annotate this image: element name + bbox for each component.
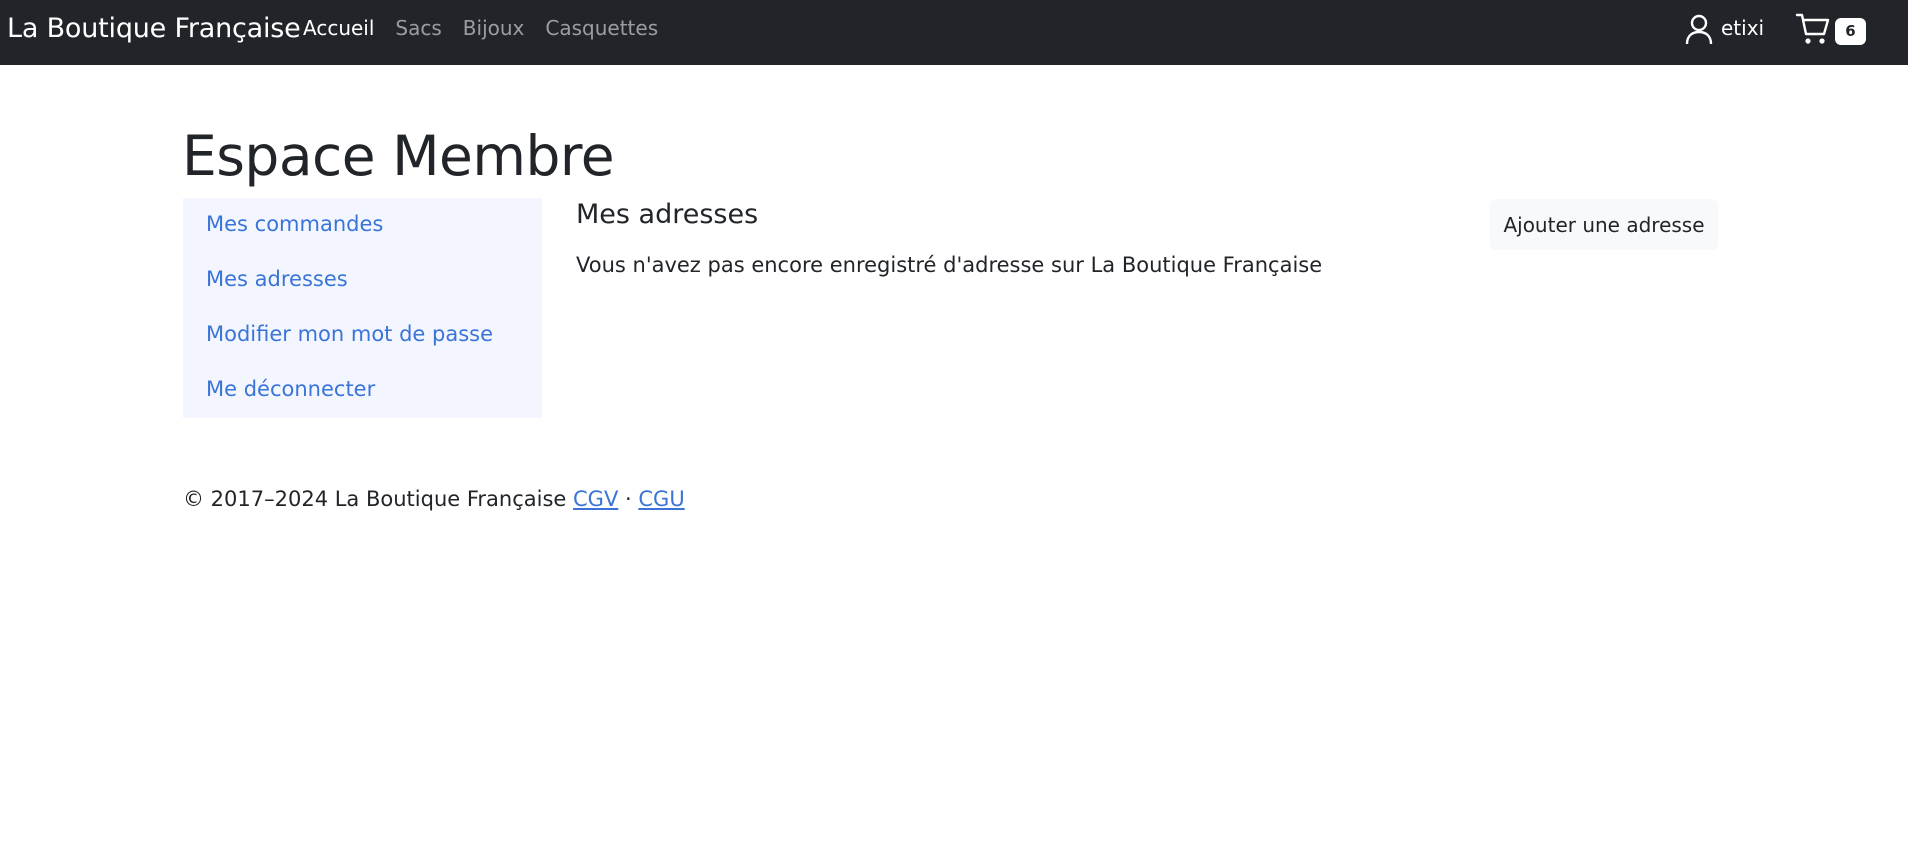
brand-link[interactable]: La Boutique Française <box>7 13 301 44</box>
section-title: Mes adresses <box>576 199 759 230</box>
sidebar-item-password[interactable]: Modifier mon mot de passe <box>183 319 542 374</box>
sidebar-item-logout[interactable]: Me déconnecter <box>183 374 542 429</box>
user-name: etixi <box>1721 15 1765 40</box>
sidebar-item-adresses[interactable]: Mes adresses <box>183 264 542 319</box>
footer-copyright: © 2017–2024 La Boutique Française <box>183 487 567 511</box>
cgv-link[interactable]: CGV <box>573 487 618 511</box>
nav-links: Accueil Sacs Bijoux Casquettes <box>303 16 679 40</box>
nav-link-casquettes[interactable]: Casquettes <box>545 16 658 40</box>
member-sidebar: Mes commandes Mes adresses Modifier mon … <box>183 198 542 418</box>
footer: © 2017–2024 La Boutique Française CGV · … <box>183 487 685 511</box>
cart-count-badge: 6 <box>1835 17 1866 45</box>
nav-link-sacs[interactable]: Sacs <box>395 16 441 40</box>
cart-icon <box>1795 12 1831 50</box>
sidebar-item-commandes[interactable]: Mes commandes <box>183 209 542 264</box>
user-account-link[interactable]: etixi <box>1685 13 1764 45</box>
user-icon <box>1685 13 1713 45</box>
page-title: Espace Membre <box>182 124 615 188</box>
top-navbar: La Boutique Française Accueil Sacs Bijou… <box>0 0 1908 65</box>
nav-link-accueil[interactable]: Accueil <box>303 16 374 40</box>
empty-state-message: Vous n'avez pas encore enregistré d'adre… <box>576 253 1323 277</box>
nav-link-bijoux[interactable]: Bijoux <box>463 16 525 40</box>
cgu-link[interactable]: CGU <box>638 487 684 511</box>
add-address-button[interactable]: Ajouter une adresse <box>1490 199 1718 250</box>
cart-link[interactable]: 6 <box>1795 12 1866 50</box>
footer-separator: · <box>625 487 632 511</box>
